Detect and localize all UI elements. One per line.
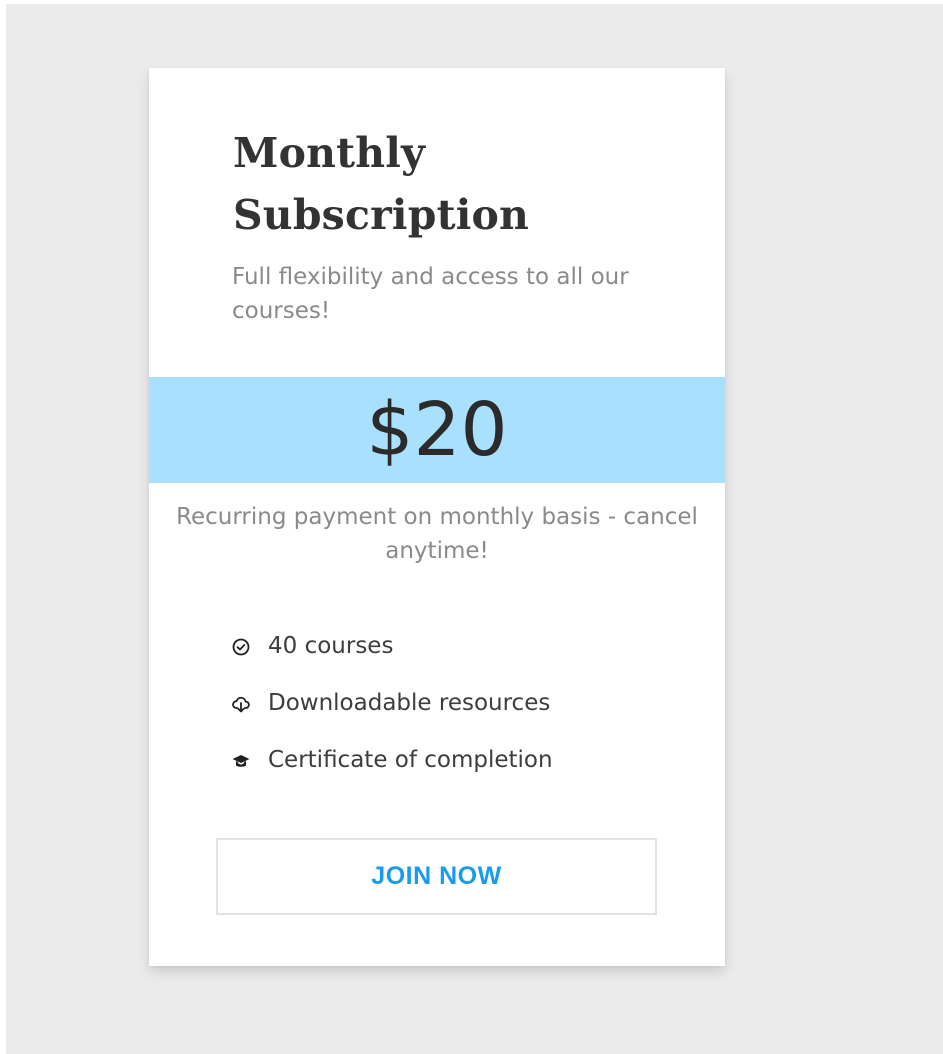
check-circle-icon bbox=[232, 638, 250, 656]
graduation-cap-icon bbox=[232, 755, 250, 767]
plan-title: Monthly Subscription bbox=[233, 122, 653, 246]
feature-item: Downloadable resources bbox=[231, 681, 553, 738]
plan-subtitle: Full flexibility and access to all our c… bbox=[232, 264, 629, 324]
feature-list: 40 courses Downloadable resources Certif… bbox=[231, 624, 553, 795]
join-now-button[interactable]: JOIN NOW bbox=[216, 838, 657, 915]
payment-note: Recurring payment on monthly basis - can… bbox=[176, 504, 698, 564]
feature-item: Certificate of completion bbox=[231, 738, 553, 795]
feature-label: 40 courses bbox=[268, 633, 394, 659]
feature-item: 40 courses bbox=[231, 624, 553, 681]
cloud-download-icon bbox=[232, 696, 250, 713]
feature-label: Downloadable resources bbox=[268, 690, 551, 716]
price-band: $20 bbox=[149, 377, 725, 483]
plan-title-line-2: Subscription bbox=[233, 191, 530, 239]
feature-label: Certificate of completion bbox=[268, 747, 553, 773]
plan-price: $20 bbox=[366, 387, 508, 473]
plan-title-line-1: Monthly bbox=[233, 129, 426, 177]
